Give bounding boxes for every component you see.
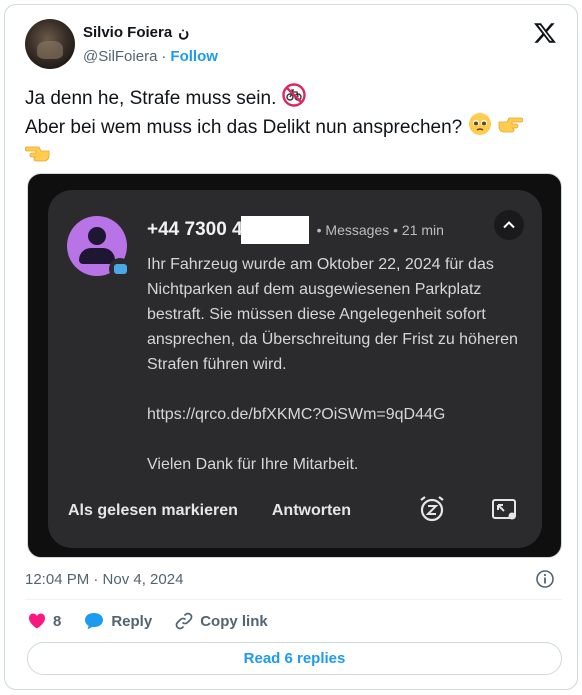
chevron-up-icon — [503, 221, 515, 229]
reply-bubble-icon — [85, 613, 104, 630]
pointing-left-icon — [25, 146, 50, 162]
notification-action-icons — [418, 494, 518, 524]
info-icon[interactable] — [535, 569, 555, 589]
like-count: 8 — [53, 612, 62, 630]
pointing-right-icon — [498, 117, 523, 133]
snooze-icon[interactable] — [418, 494, 446, 524]
message-paragraph: Ihr Fahrzeug wurde am Oktober 22, 2024 f… — [147, 256, 518, 373]
mark-as-read-button[interactable]: Als gelesen markieren — [68, 502, 238, 520]
message-link: https://qrco.de/bfXKMC?OiSWm=9qD44G — [147, 406, 446, 423]
messages-badge-icon — [109, 258, 131, 280]
divider — [25, 599, 562, 600]
author-name-suffix: ن — [178, 24, 190, 41]
app-name: Messages — [325, 222, 390, 238]
notification-actions: Als gelesen markieren Antworten — [68, 502, 351, 520]
link-icon — [175, 612, 193, 630]
reply-button[interactable]: Reply — [83, 611, 152, 631]
heart-icon — [28, 613, 46, 629]
tweet-media-screenshot[interactable]: +44 7300 4 • Messages • 21 min Ihr Fahrz… — [27, 173, 562, 558]
author-handle[interactable]: @SilFoiera — [83, 48, 157, 65]
notification-body: Ihr Fahrzeug wurde am Oktober 22, 2024 f… — [147, 252, 527, 477]
like-button[interactable]: 8 — [27, 611, 61, 631]
message-closing: Vielen Dank für Ihre Mitarbeit. — [147, 456, 359, 473]
author-avatar[interactable] — [25, 19, 75, 69]
engagement-bar: 8 Reply Copy link — [27, 611, 290, 631]
bubble-icon[interactable] — [490, 494, 518, 524]
follow-button[interactable]: Follow — [170, 48, 218, 65]
pleading-face-icon — [468, 113, 491, 135]
read-replies-button[interactable]: Read 6 replies — [27, 642, 562, 675]
author-display-name[interactable]: Silvio Foiera — [83, 24, 172, 41]
notification-meta: • Messages • 21 min — [316, 222, 444, 238]
notification-time: 21 min — [401, 222, 444, 238]
redaction-box — [240, 216, 309, 244]
copy-link-label: Copy link — [200, 612, 268, 630]
no-bicycles-icon — [281, 83, 306, 107]
author-handle-row: @SilFoiera · Follow — [83, 48, 218, 65]
author-name-row: Silvio Foiera ن — [83, 23, 190, 42]
sender-number: +44 7300 4 — [147, 219, 243, 240]
tweet-card: Silvio Foiera ن @SilFoiera · Follow Ja d… — [4, 4, 578, 690]
contact-avatar-icon — [67, 216, 131, 280]
collapse-button[interactable] — [494, 210, 524, 240]
tweet-line-2: Aber bei wem muss ich das Delikt nun ans… — [25, 117, 463, 138]
reply-action-button[interactable]: Antworten — [272, 502, 351, 520]
tweet-text: Ja denn he, Strafe muss sein. Aber bei w… — [25, 83, 565, 170]
separator-dot: · — [161, 48, 167, 65]
x-logo-icon[interactable] — [533, 21, 557, 45]
reply-label: Reply — [111, 612, 153, 630]
tweet-line-1: Ja denn he, Strafe muss sein. — [25, 88, 277, 109]
notification-header: +44 7300 4 • Messages • 21 min — [147, 216, 444, 244]
sms-notification: +44 7300 4 • Messages • 21 min Ihr Fahrz… — [48, 190, 542, 548]
tweet-timestamp[interactable]: 12:04 PM · Nov 4, 2024 — [25, 571, 183, 588]
copy-link-button[interactable]: Copy link — [174, 611, 268, 631]
